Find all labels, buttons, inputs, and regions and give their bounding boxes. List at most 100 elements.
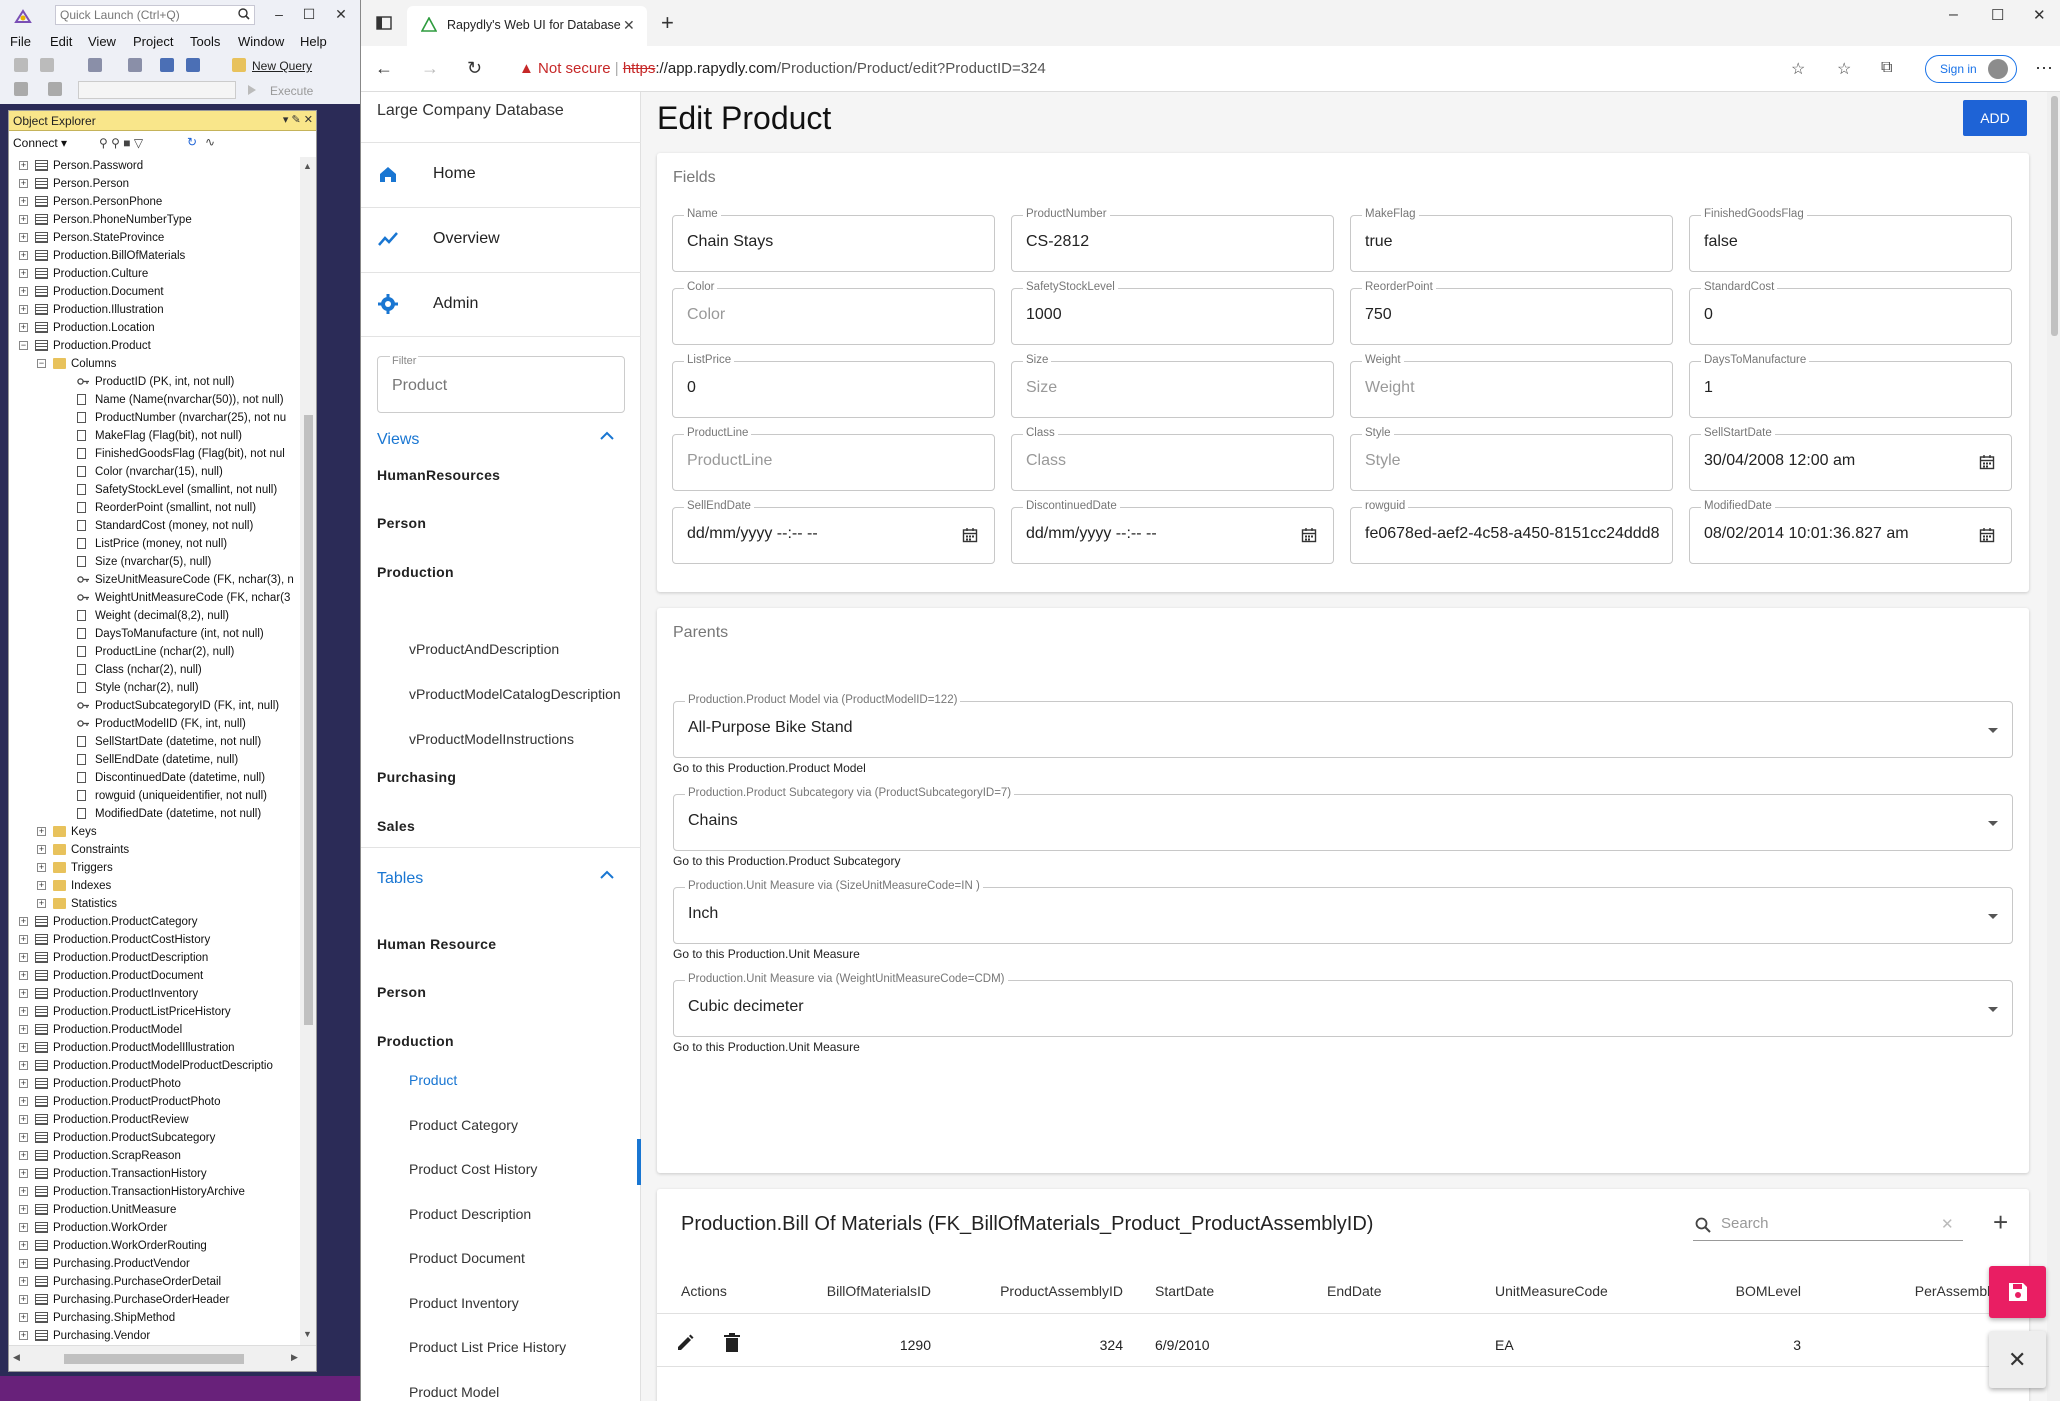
tree-table-node[interactable]: + Purchasing.ShipMethod <box>9 1309 299 1327</box>
connect-icon[interactable] <box>14 82 28 96</box>
tree-table-node[interactable]: + Person.PhoneNumberType <box>9 211 299 229</box>
column-header[interactable]: ProductAssemblyID <box>1000 1283 1123 1299</box>
tree-folder-node[interactable]: + Keys <box>9 823 299 841</box>
panel-controls[interactable]: ▾ ✎ ✕ <box>283 113 313 126</box>
expand-icon[interactable]: + <box>19 971 28 980</box>
tree-column-node[interactable]: StandardCost (money, not null) <box>9 517 299 535</box>
tree-column-node[interactable]: DiscontinuedDate (datetime, null) <box>9 769 299 787</box>
chevron-up-icon[interactable] <box>600 870 614 880</box>
tables-group[interactable]: Human Resource <box>377 936 496 952</box>
tree-table-node[interactable]: + Production.ProductSubcategory <box>9 1129 299 1147</box>
expand-icon[interactable]: + <box>19 1079 28 1088</box>
field-reorderpoint[interactable]: ReorderPoint 750 <box>1350 281 1673 345</box>
tree-table-node[interactable]: + Production.Culture <box>9 265 299 283</box>
menu-help[interactable]: Help <box>300 34 327 49</box>
tree-table-node[interactable]: + Production.ProductInventory <box>9 985 299 1003</box>
goto-parent-link[interactable]: Go to this Production.Unit Measure <box>673 1040 860 1054</box>
tree-column-node[interactable]: MakeFlag (Flag(bit), not null) <box>9 427 299 445</box>
expand-icon[interactable]: + <box>37 881 46 890</box>
expand-icon[interactable]: + <box>19 1241 28 1250</box>
refresh-icon[interactable]: ↻ <box>187 135 197 149</box>
expand-icon[interactable]: + <box>19 1169 28 1178</box>
close-button[interactable]: ✕ <box>330 4 352 24</box>
tree-horizontal-scrollbar[interactable]: ◀ ▶ <box>9 1345 316 1371</box>
tree-table-node[interactable]: + Person.PersonPhone <box>9 193 299 211</box>
field-weight[interactable]: Weight Weight <box>1350 354 1673 418</box>
activity-monitor-icon[interactable]: ∿ <box>205 135 215 149</box>
quick-launch-input[interactable]: Quick Launch (Ctrl+Q) <box>55 5 255 25</box>
tree-column-node[interactable]: SizeUnitMeasureCode (FK, nchar(3), n <box>9 571 299 589</box>
tree-vertical-scrollbar[interactable]: ▲ ▼ <box>300 157 316 1345</box>
maximize-button[interactable]: ☐ <box>298 4 320 24</box>
expand-icon[interactable]: + <box>19 1259 28 1268</box>
field-safetystocklevel[interactable]: SafetyStockLevel 1000 <box>1011 281 1334 345</box>
column-header[interactable]: Actions <box>681 1283 727 1299</box>
favorite-icon[interactable]: ☆ <box>1791 59 1805 79</box>
save-all-icon[interactable] <box>186 58 200 72</box>
forward-icon[interactable]: → <box>421 58 439 79</box>
dropdown-arrow-icon[interactable] <box>1988 728 1998 733</box>
expand-icon[interactable]: + <box>19 1007 28 1016</box>
url-field[interactable]: ▲ Not secure | https://app.rapydly.com/P… <box>519 60 1046 77</box>
tree-folder-node[interactable]: + Constraints <box>9 841 299 859</box>
new-query-button[interactable]: New Query <box>252 59 312 73</box>
refresh-icon[interactable]: ↻ <box>467 58 482 79</box>
tree-table-node[interactable]: + Production.ProductCostHistory <box>9 931 299 949</box>
column-header[interactable]: BOMLevel <box>1736 1283 1801 1299</box>
nav-home[interactable]: Home <box>361 142 641 206</box>
tree-column-node[interactable]: Name (Name(nvarchar(50)), not null) <box>9 391 299 409</box>
execute-button[interactable]: Execute <box>270 84 313 98</box>
tree-column-node[interactable]: SafetyStockLevel (smallint, not null) <box>9 481 299 499</box>
chevron-up-icon[interactable] <box>600 431 614 441</box>
tree-table-node[interactable]: + Production.TransactionHistoryArchive <box>9 1183 299 1201</box>
connect-button[interactable]: Connect ▾ <box>13 136 67 150</box>
expand-icon[interactable]: + <box>19 1205 28 1214</box>
views-group-sales[interactable]: Sales <box>377 818 415 834</box>
collapse-icon[interactable]: − <box>37 359 46 368</box>
field-daystomanufacture[interactable]: DaysToManufacture 1 <box>1689 354 2012 418</box>
tree-table-node[interactable]: + Production.ScrapReason <box>9 1147 299 1165</box>
expand-icon[interactable]: + <box>19 1043 28 1052</box>
menu-view[interactable]: View <box>88 34 116 49</box>
delete-icon[interactable] <box>723 1333 741 1353</box>
new-tab-icon[interactable]: + <box>661 10 674 36</box>
column-header[interactable]: StartDate <box>1155 1283 1214 1299</box>
tree-table-node[interactable]: + Person.Password <box>9 157 299 175</box>
tree-column-node[interactable]: ProductModelID (FK, int, null) <box>9 715 299 733</box>
field-modifieddate[interactable]: ModifiedDate 08/02/2014 10:01:36.827 am <box>1689 500 2012 564</box>
dropdown-arrow-icon[interactable] <box>1988 1007 1998 1012</box>
tables-item[interactable]: Product List Price History <box>409 1339 566 1355</box>
dropdown-arrow-icon[interactable] <box>1988 914 1998 919</box>
tree-column-node[interactable]: ModifiedDate (datetime, not null) <box>9 805 299 823</box>
expand-icon[interactable]: + <box>19 953 28 962</box>
back-icon[interactable]: ← <box>375 58 393 79</box>
tree-column-node[interactable]: ProductNumber (nvarchar(25), not nu <box>9 409 299 427</box>
tree-table-node[interactable]: + Purchasing.PurchaseOrderDetail <box>9 1273 299 1291</box>
views-group-humanresources[interactable]: HumanResources <box>377 467 500 483</box>
tree-table-node[interactable]: + Production.Document <box>9 283 299 301</box>
field-size[interactable]: Size Size <box>1011 354 1334 418</box>
tree-table-node[interactable]: + Production.ProductPhoto <box>9 1075 299 1093</box>
tables-group[interactable]: Person <box>377 984 426 1000</box>
menu-edit[interactable]: Edit <box>50 34 72 49</box>
tree-column-node[interactable]: Style (nchar(2), null) <box>9 679 299 697</box>
filter-input[interactable]: Filter Product <box>377 355 625 413</box>
scrollbar-thumb[interactable] <box>64 1354 244 1364</box>
field-discontinueddate[interactable]: DiscontinuedDate dd/mm/yyyy --:-- -- <box>1011 500 1334 564</box>
field-color[interactable]: Color Color <box>672 281 995 345</box>
dropdown-arrow-icon[interactable] <box>1988 821 1998 826</box>
expand-icon[interactable]: + <box>19 1313 28 1322</box>
tables-item[interactable]: Product Model <box>409 1384 499 1400</box>
tab-actions-icon[interactable] <box>375 14 393 32</box>
views-group-purchasing[interactable]: Purchasing <box>377 769 456 785</box>
tree-column-node[interactable]: WeightUnitMeasureCode (FK, nchar(3 <box>9 589 299 607</box>
tables-item[interactable]: Product Cost History <box>409 1161 537 1177</box>
tree-table-node[interactable]: + Production.ProductCategory <box>9 913 299 931</box>
calendar-icon[interactable] <box>962 527 978 543</box>
change-connection-icon[interactable] <box>48 82 62 96</box>
expand-icon[interactable]: + <box>19 1115 28 1124</box>
views-section-header[interactable]: Views <box>377 431 419 449</box>
window-minimize-button[interactable]: – <box>1949 6 1958 24</box>
favorites-icon[interactable]: ☆ <box>1837 59 1851 79</box>
goto-parent-link[interactable]: Go to this Production.Unit Measure <box>673 947 860 961</box>
